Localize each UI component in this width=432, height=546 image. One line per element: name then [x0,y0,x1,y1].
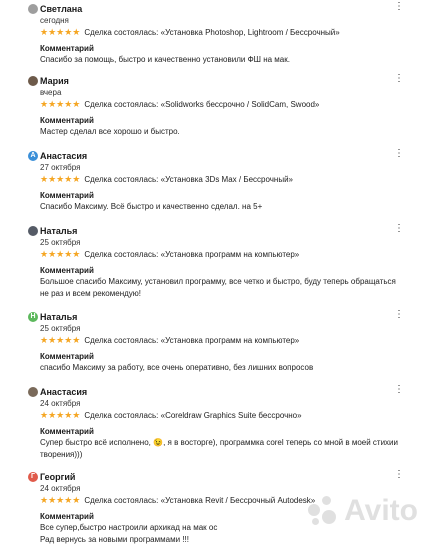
reviewer-name[interactable]: Анастасия [40,387,87,397]
star-rating-icon: ★★★★★ [40,410,81,420]
avito-logo-icon [308,496,338,526]
rating-row: ★★★★★ Сделка состоялась: «Solidworks бес… [40,98,402,111]
review-header: Н Наталья [28,310,402,323]
review-item: Мария вчера ★★★★★ Сделка состоялась: «So… [0,74,432,138]
review-header: А Анастасия [28,149,402,162]
reviewer-name[interactable]: Светлана [40,4,82,14]
review-date: 25 октября [40,238,81,247]
review-header: Анастасия [28,385,402,398]
review-header: Светлана [28,2,402,15]
review-date: 24 октября [40,399,81,408]
review-header: Г Георгий [28,470,402,483]
more-options-icon[interactable]: ⋮ [394,2,404,12]
comment-text: Большое спасибо Максиму, установил прогр… [40,277,396,298]
avito-watermark-text: Avito [344,494,418,527]
rating-row: ★★★★★ Сделка состоялась: «Установка 3Ds … [40,173,402,186]
comment-text: спасибо Максиму за работу, все очень опе… [40,363,314,372]
star-rating-icon: ★★★★★ [40,27,81,37]
avatar[interactable] [28,386,38,397]
review-date: 25 октября [40,324,81,333]
deal-text: Сделка состоялась: «Coreldraw Graphics S… [84,411,302,420]
review-item: А Анастасия 27 октября ★★★★★ Сделка сост… [0,149,432,213]
review-date: сегодня [40,16,69,25]
more-options-icon[interactable]: ⋮ [394,224,404,234]
more-options-icon[interactable]: ⋮ [394,149,404,159]
avatar[interactable]: Н [28,311,38,322]
avatar[interactable] [28,3,38,14]
review-date: 24 октября [40,484,81,493]
more-options-icon[interactable]: ⋮ [394,470,404,480]
comment-text: Спасибо Максиму. Всё быстро и качественн… [40,202,263,211]
reviewer-name[interactable]: Георгий [40,472,75,482]
comment-label: Комментарий [40,116,94,125]
comment-text: Супер быстро всё исполнено, 😉, я в восто… [40,438,398,459]
review-header: Мария [28,74,402,87]
comment-label: Комментарий [40,352,94,361]
reviewer-name[interactable]: Мария [40,76,69,86]
reviewer-name[interactable]: Наталья [40,312,77,322]
deal-text: Сделка состоялась: «Установка 3Ds Max / … [84,175,294,184]
deal-text: Сделка состоялась: «Установка программ н… [84,250,300,259]
avatar[interactable]: Г [28,471,38,482]
comment-label: Комментарий [40,44,94,53]
more-options-icon[interactable]: ⋮ [394,74,404,84]
avatar[interactable] [28,225,38,236]
deal-text: Сделка состоялась: «Установка Photoshop,… [84,28,340,37]
review-date: вчера [40,88,62,97]
rating-row: ★★★★★ Сделка состоялась: «Coreldraw Grap… [40,409,402,422]
deal-text: Сделка состоялась: «Установка программ н… [84,336,300,345]
review-item: Анастасия 24 октября ★★★★★ Сделка состоя… [0,385,432,461]
rating-row: ★★★★★ Сделка состоялась: «Установка прог… [40,248,402,261]
star-rating-icon: ★★★★★ [40,335,81,345]
star-rating-icon: ★★★★★ [40,495,81,505]
comment-label: Комментарий [40,266,94,275]
avatar[interactable] [28,75,38,86]
comment-text: Спасибо за помощь, быстро и качественно … [40,55,290,64]
more-options-icon[interactable]: ⋮ [394,385,404,395]
star-rating-icon: ★★★★★ [40,174,81,184]
comment-label: Комментарий [40,191,94,200]
review-item: Наталья 25 октября ★★★★★ Сделка состояла… [0,224,432,300]
reviewer-name[interactable]: Анастасия [40,151,87,161]
rating-row: ★★★★★ Сделка состоялась: «Установка Phot… [40,26,402,39]
star-rating-icon: ★★★★★ [40,99,81,109]
deal-text: Сделка состоялась: «Solidworks бессрочно… [84,100,320,109]
deal-text: Сделка состоялась: «Установка Revit / Бе… [84,496,316,505]
review-header: Наталья [28,224,402,237]
star-rating-icon: ★★★★★ [40,249,81,259]
avatar[interactable]: А [28,150,38,161]
more-options-icon[interactable]: ⋮ [394,310,404,320]
reviewer-name[interactable]: Наталья [40,226,77,236]
comment-text: Мастер сделал все хорошо и быстро. [40,127,180,136]
avito-watermark: Avito [308,494,418,528]
review-item: Н Наталья 25 октября ★★★★★ Сделка состоя… [0,310,432,374]
rating-row: ★★★★★ Сделка состоялась: «Установка прог… [40,334,402,347]
review-date: 27 октября [40,163,81,172]
comment-label: Комментарий [40,427,94,436]
review-item: Светлана сегодня ★★★★★ Сделка состоялась… [0,2,432,66]
